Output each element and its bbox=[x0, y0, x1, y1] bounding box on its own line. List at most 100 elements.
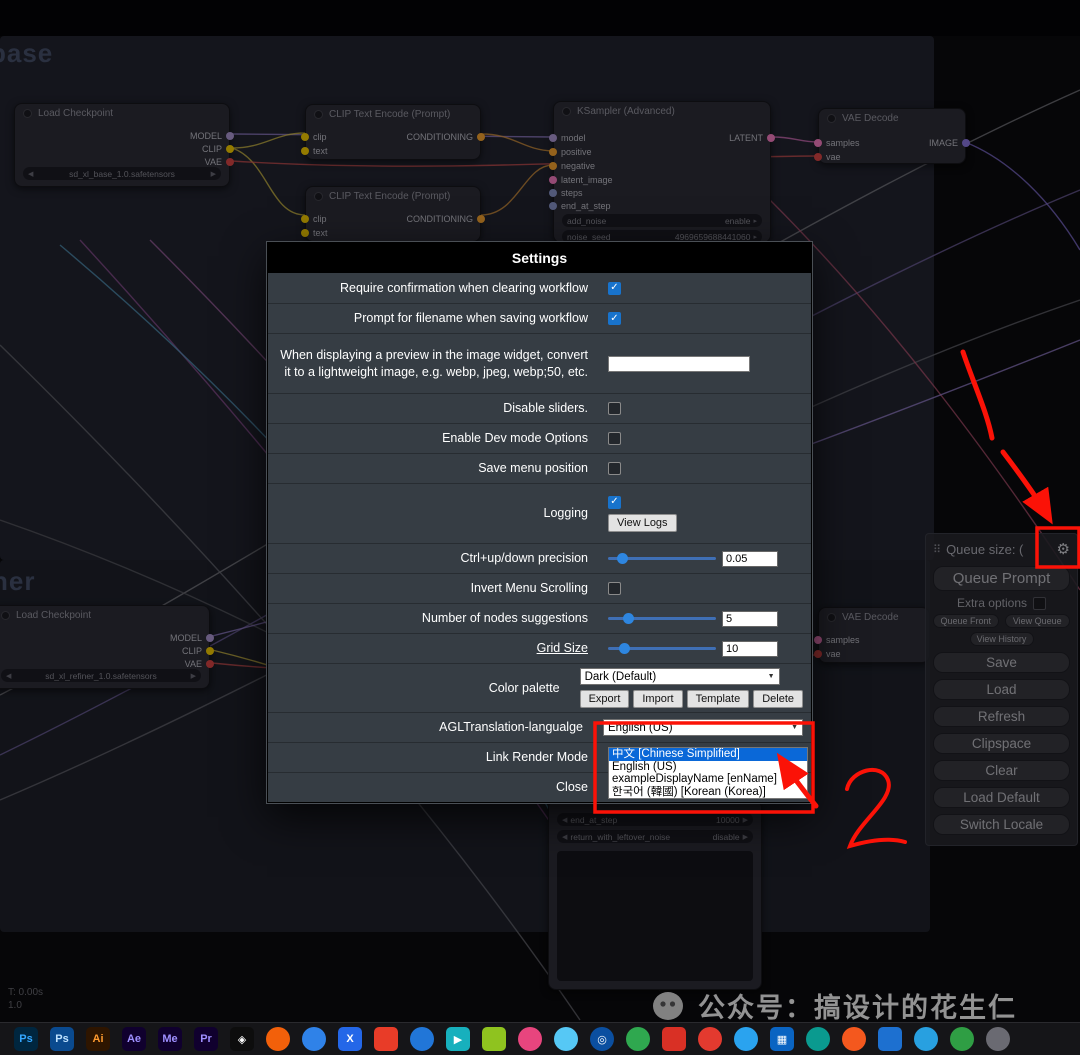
taskbar-icon-capcut[interactable]: ◈ bbox=[230, 1027, 254, 1051]
language-option-korean[interactable]: 한국어 (韓國) [Korean (Korea)] bbox=[609, 786, 807, 799]
taskbar-icon-illustrator[interactable]: Ai bbox=[86, 1027, 110, 1051]
node-vae-decode[interactable]: VAE Decode samples vae IMAGE bbox=[818, 108, 966, 164]
color-palette-select[interactable]: Dark (Default)▼ bbox=[580, 668, 780, 685]
input-dot-samples[interactable] bbox=[814, 139, 822, 147]
taskbar-icon-app-pink[interactable] bbox=[518, 1027, 542, 1051]
text-widget-area[interactable] bbox=[557, 851, 753, 981]
invert-scroll-checkbox[interactable] bbox=[608, 582, 621, 595]
input-dot-steps[interactable] bbox=[549, 189, 557, 197]
language-select[interactable]: English (US)▼ bbox=[603, 719, 803, 736]
node-ksampler-refiner[interactable]: ◀end_at_step10000▶ ◀return_with_leftover… bbox=[548, 800, 762, 990]
taskbar-icon-app-green-round[interactable] bbox=[626, 1027, 650, 1051]
logging-checkbox[interactable] bbox=[608, 496, 621, 509]
ckpt-name-widget[interactable]: ◀sd_xl_refiner_1.0.safetensors▶ bbox=[1, 669, 201, 682]
taskbar-icon-app-globe[interactable] bbox=[950, 1027, 974, 1051]
ctrl-precision-value[interactable]: 0.05 bbox=[722, 551, 778, 567]
switch-locale-button[interactable]: Switch Locale bbox=[933, 814, 1070, 835]
taskbar-icon-app-red[interactable] bbox=[374, 1027, 398, 1051]
taskbar-icon-app-blue-tiles[interactable]: ▦ bbox=[770, 1027, 794, 1051]
collapse-dot[interactable] bbox=[1, 611, 10, 620]
collapse-dot[interactable] bbox=[827, 613, 836, 622]
settings-gear-icon[interactable]: ⚙ bbox=[1057, 540, 1070, 558]
input-dot-negative[interactable] bbox=[549, 162, 557, 170]
taskbar-icon-app-gray[interactable] bbox=[986, 1027, 1010, 1051]
node-load-checkpoint-refiner[interactable]: Load Checkpoint MODEL CLIP VAE ◀sd_xl_re… bbox=[0, 605, 210, 689]
taskbar-icon-app-skyblue[interactable] bbox=[554, 1027, 578, 1051]
disable-sliders-checkbox[interactable] bbox=[608, 402, 621, 415]
input-dot-vae[interactable] bbox=[814, 153, 822, 161]
load-default-button[interactable]: Load Default bbox=[933, 787, 1070, 808]
taskbar-icon-app-orange-round[interactable] bbox=[842, 1027, 866, 1051]
input-dot-model[interactable] bbox=[549, 134, 557, 142]
output-dot-vae[interactable] bbox=[206, 660, 214, 668]
taskbar-icon-app-blue-2[interactable] bbox=[878, 1027, 902, 1051]
extra-options-checkbox[interactable] bbox=[1033, 597, 1046, 610]
import-button[interactable]: Import bbox=[633, 690, 682, 708]
taskbar-icon-premiere[interactable]: Pr bbox=[194, 1027, 218, 1051]
taskbar-icon-after-effects[interactable]: Ae bbox=[122, 1027, 146, 1051]
taskbar-icon-photoshop-2[interactable]: Ps bbox=[50, 1027, 74, 1051]
output-dot-conditioning[interactable] bbox=[477, 133, 485, 141]
preview-format-input[interactable] bbox=[608, 356, 750, 372]
add-noise-widget[interactable]: add_noiseenable▸ bbox=[562, 214, 762, 227]
queue-prompt-button[interactable]: Queue Prompt bbox=[933, 566, 1070, 591]
node-load-checkpoint[interactable]: Load Checkpoint MODEL CLIP VAE ◀sd_xl_ba… bbox=[14, 103, 230, 187]
export-button[interactable]: Export bbox=[580, 690, 630, 708]
output-dot-model[interactable] bbox=[206, 634, 214, 642]
input-dot-latent-image[interactable] bbox=[549, 176, 557, 184]
node-clip-text-encode-negative[interactable]: CLIP Text Encode (Prompt) clip text COND… bbox=[305, 186, 481, 242]
output-dot-image[interactable] bbox=[962, 139, 970, 147]
taskbar-icon-app-play[interactable]: ▶ bbox=[446, 1027, 470, 1051]
view-history-button[interactable]: View History bbox=[970, 632, 1034, 646]
input-dot-clip[interactable] bbox=[301, 133, 309, 141]
taskbar-icon-app-lightblue-2[interactable] bbox=[914, 1027, 938, 1051]
taskbar-icon-app-red-round[interactable] bbox=[698, 1027, 722, 1051]
save-button[interactable]: Save bbox=[933, 652, 1070, 673]
view-logs-button[interactable]: View Logs bbox=[608, 514, 677, 532]
language-option-chinese[interactable]: 中文 [Chinese Simplified] bbox=[609, 748, 807, 761]
output-dot-clip[interactable] bbox=[226, 145, 234, 153]
confirm-clear-checkbox[interactable] bbox=[608, 282, 621, 295]
refresh-button[interactable]: Refresh bbox=[933, 706, 1070, 727]
ckpt-name-widget[interactable]: ◀sd_xl_base_1.0.safetensors▶ bbox=[23, 167, 221, 180]
output-dot-clip[interactable] bbox=[206, 647, 214, 655]
input-dot-text[interactable] bbox=[301, 147, 309, 155]
prompt-filename-checkbox[interactable] bbox=[608, 312, 621, 325]
collapse-dot[interactable] bbox=[562, 107, 571, 116]
output-dot-vae[interactable] bbox=[226, 158, 234, 166]
output-dot-latent[interactable] bbox=[767, 134, 775, 142]
dev-mode-checkbox[interactable] bbox=[608, 432, 621, 445]
input-dot-positive[interactable] bbox=[549, 148, 557, 156]
taskbar-icon-app-x[interactable]: X bbox=[338, 1027, 362, 1051]
save-menu-position-checkbox[interactable] bbox=[608, 462, 621, 475]
output-dot-conditioning[interactable] bbox=[477, 215, 485, 223]
output-dot-model[interactable] bbox=[226, 132, 234, 140]
template-button[interactable]: Template bbox=[687, 690, 750, 708]
taskbar-icon-app-green[interactable] bbox=[482, 1027, 506, 1051]
close-button[interactable]: Close bbox=[268, 775, 600, 799]
taskbar-icon-app-blue-bird[interactable] bbox=[734, 1027, 758, 1051]
input-dot-vae[interactable] bbox=[814, 650, 822, 658]
taskbar-icon-photoshop[interactable]: Ps bbox=[14, 1027, 38, 1051]
taskbar-icon-app-orange[interactable] bbox=[266, 1027, 290, 1051]
grid-size-value[interactable]: 10 bbox=[722, 641, 778, 657]
delete-button[interactable]: Delete bbox=[753, 690, 803, 708]
queue-front-button[interactable]: Queue Front bbox=[933, 614, 999, 628]
taskbar-icon-app-blue-ring[interactable]: ◎ bbox=[590, 1027, 614, 1051]
input-dot-samples[interactable] bbox=[814, 636, 822, 644]
input-dot-end-at-step[interactable] bbox=[549, 202, 557, 210]
collapse-dot[interactable] bbox=[314, 110, 323, 119]
collapse-dot[interactable] bbox=[314, 192, 323, 201]
load-button[interactable]: Load bbox=[933, 679, 1070, 700]
node-clip-text-encode-positive[interactable]: CLIP Text Encode (Prompt) clip text COND… bbox=[305, 104, 481, 160]
collapse-dot[interactable] bbox=[827, 114, 836, 123]
node-suggestions-slider[interactable] bbox=[608, 612, 716, 625]
end-at-step-widget[interactable]: ◀end_at_step10000▶ bbox=[557, 813, 753, 826]
ctrl-precision-slider[interactable] bbox=[608, 552, 716, 565]
taskbar-icon-media-encoder[interactable]: Me bbox=[158, 1027, 182, 1051]
input-dot-clip[interactable] bbox=[301, 215, 309, 223]
collapse-dot[interactable] bbox=[23, 109, 32, 118]
taskbar-icon-app-blue-round[interactable] bbox=[410, 1027, 434, 1051]
taskbar-icon-app-teal[interactable] bbox=[806, 1027, 830, 1051]
clear-button[interactable]: Clear bbox=[933, 760, 1070, 781]
